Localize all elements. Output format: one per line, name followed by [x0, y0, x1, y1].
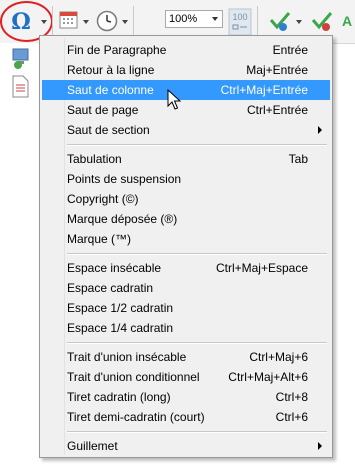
zoom-select[interactable]: 100% — [165, 10, 223, 28]
menu-item-retour-a-la-ligne[interactable]: Retour à la ligne Maj+Entrée — [42, 60, 330, 80]
menu-item-saut-de-page[interactable]: Saut de page Ctrl+Entrée — [42, 100, 330, 120]
menu-item-espace-cadratin[interactable]: Espace cadratin — [42, 278, 330, 298]
menu-item-copyright[interactable]: Copyright (©) — [42, 189, 330, 209]
chevron-right-icon — [318, 442, 322, 450]
menu-item-shortcut: Ctrl+Maj+Espace — [215, 261, 308, 275]
menu-item-label: Espace 1/4 cadratin — [67, 321, 174, 335]
menu-item-label: Tabulation — [67, 152, 122, 166]
menu-item-label: Fin de Paragraphe — [67, 43, 167, 57]
menu-separator — [67, 431, 327, 433]
calendar-icon — [59, 11, 78, 29]
mode-label: 100 — [232, 12, 247, 22]
menu-item-marque-deposee[interactable]: Marque déposée (®) — [42, 209, 330, 229]
menu-item-label: Tiret demi-cadratin (court) — [67, 410, 205, 424]
menu-item-tabulation[interactable]: Tabulation Tab — [42, 149, 330, 169]
menu-item-shortcut: Ctrl+Entrée — [246, 103, 308, 117]
menu-item-fin-de-paragraphe[interactable]: Fin de Paragraphe Entrée — [42, 40, 330, 60]
toolbar-separator — [257, 6, 258, 36]
format-button[interactable]: A — [340, 8, 355, 34]
chevron-right-icon — [318, 126, 322, 134]
text-format-icon: A — [342, 13, 352, 29]
left-icon-strip — [0, 43, 40, 468]
menu-item-label: Espace 1/2 cadratin — [67, 301, 174, 315]
menu-item-saut-de-colonne[interactable]: Saut de colonne Ctrl+Maj+Entrée — [42, 80, 330, 100]
menu-item-shortcut: Maj+Entrée — [246, 63, 308, 77]
menu-item-shortcut: Entrée — [272, 43, 308, 57]
menu-item-label: Points de suspension — [67, 172, 182, 186]
chevron-down-icon — [212, 17, 218, 21]
page-width-icon: 100 — [228, 8, 252, 36]
menu-item-label: Espace cadratin — [67, 281, 154, 295]
menu-separator — [67, 342, 327, 344]
menu-item-label: Saut de colonne — [67, 83, 154, 97]
menu-item-guillemet[interactable]: Guillemet — [42, 436, 330, 456]
menu-item-shortcut: Ctrl+6 — [275, 410, 308, 424]
menu-item-shortcut: Ctrl+Maj+6 — [249, 350, 308, 364]
grammar-button[interactable] — [310, 8, 334, 34]
menu-item-espace-demi-cadratin[interactable]: Espace 1/2 cadratin — [42, 298, 330, 318]
document-icon[interactable] — [10, 75, 30, 102]
zoom-value: 100% — [169, 13, 198, 25]
date-dropdown-arrow[interactable] — [83, 20, 89, 24]
mouse-cursor-icon — [167, 88, 182, 114]
menu-item-label: Espace insécable — [67, 261, 162, 275]
menu-item-espace-insecable[interactable]: Espace insécable Ctrl+Maj+Espace — [42, 258, 330, 278]
menu-item-shortcut: Ctrl+Maj+Entrée — [220, 83, 308, 97]
svg-text:A: A — [342, 13, 352, 29]
toolbar-separator — [52, 6, 53, 36]
grammar-check-icon — [311, 12, 333, 31]
insert-time-button[interactable] — [95, 9, 119, 33]
menu-item-label: Trait d'union conditionnel — [67, 370, 200, 384]
menu-item-espace-quart-cadratin[interactable]: Espace 1/4 cadratin — [42, 318, 330, 338]
insert-special-menu: Fin de Paragraphe Entrée Retour à la lig… — [39, 35, 333, 458]
menu-item-saut-de-section[interactable]: Saut de section — [42, 120, 330, 140]
menu-item-label: Marque (™) — [67, 232, 132, 246]
menu-item-label: Copyright (©) — [67, 192, 139, 206]
menu-item-shortcut: Ctrl+8 — [275, 390, 308, 404]
menu-item-shortcut: Ctrl+Maj+Alt+6 — [228, 370, 308, 384]
menu-item-label: Tiret cadratin (long) — [67, 390, 171, 404]
menu-separator — [67, 253, 327, 255]
menu-item-points-de-suspension[interactable]: Points de suspension — [42, 169, 330, 189]
insert-date-button[interactable] — [58, 9, 80, 31]
menu-item-label: Guillemet — [67, 439, 118, 453]
menu-item-trait-union-conditionnel[interactable]: Trait d'union conditionnel Ctrl+Maj+Alt+… — [42, 367, 330, 387]
menu-item-tiret-demi-cadratin[interactable]: Tiret demi-cadratin (court) Ctrl+6 — [42, 407, 330, 427]
menu-item-shortcut: Tab — [288, 152, 308, 166]
menu-item-label: Saut de section — [67, 123, 150, 137]
clock-icon — [96, 10, 118, 32]
menu-item-marque[interactable]: Marque (™) — [42, 229, 330, 249]
network-icon[interactable] — [10, 47, 32, 72]
menu-item-label: Marque déposée (®) — [67, 212, 178, 226]
menu-item-tiret-cadratin[interactable]: Tiret cadratin (long) Ctrl+8 — [42, 387, 330, 407]
menu-item-label: Trait d'union insécable — [67, 350, 187, 364]
spellcheck-icon — [269, 12, 291, 31]
menu-item-label: Saut de page — [67, 103, 139, 117]
spellcheck-button[interactable] — [268, 8, 292, 34]
menu-separator — [67, 144, 327, 146]
spellcheck-dropdown-arrow[interactable] — [296, 20, 302, 24]
menu-item-trait-union-insecable[interactable]: Trait d'union insécable Ctrl+Maj+6 — [42, 347, 330, 367]
toolbar-separator — [133, 6, 134, 36]
page-view-button[interactable]: 100 — [228, 8, 252, 36]
menu-item-label: Retour à la ligne — [67, 63, 155, 77]
time-dropdown-arrow[interactable] — [122, 20, 128, 24]
